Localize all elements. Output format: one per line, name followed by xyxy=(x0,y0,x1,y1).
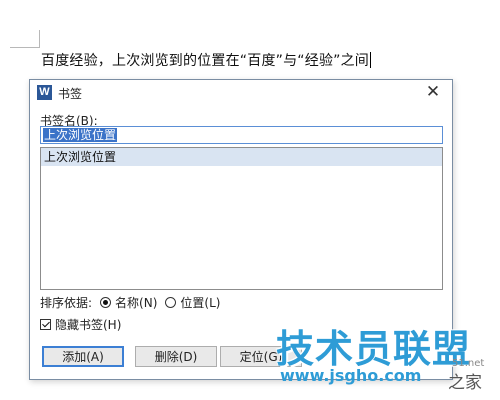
list-item[interactable]: 上次浏览位置 xyxy=(41,148,442,166)
add-button[interactable]: 添加(A) xyxy=(42,346,124,367)
hide-bookmarks-row: 隐藏书签(H) xyxy=(40,315,121,333)
page-corner-mark xyxy=(10,47,40,48)
page-corner-mark xyxy=(39,30,40,48)
document-text: 百度经验，上次浏览到的位置在“百度”与“经验”之间 xyxy=(41,53,370,69)
watermark: 技术员联盟 51.net www.jsgho.com 之家 xyxy=(262,318,500,400)
document-text-line[interactable]: 百度经验，上次浏览到的位置在“百度”与“经验”之间 xyxy=(41,50,372,70)
wps-writer-icon: W xyxy=(37,85,52,100)
screenshot-root: 百度经验，上次浏览到的位置在“百度”与“经验”之间 W 书签 ✕ 书签名(B):… xyxy=(0,0,500,400)
dialog-titlebar[interactable]: W 书签 ✕ xyxy=(30,80,452,106)
sort-by-name-label[interactable]: 名称(N) xyxy=(115,294,157,311)
bookmark-name-input[interactable]: 上次浏览位置 xyxy=(40,126,443,144)
sort-by-row: 排序依据: 名称(N) 位置(L) xyxy=(40,293,220,311)
text-cursor xyxy=(370,52,372,68)
watermark-url: www.jsgho.com xyxy=(280,366,422,385)
hide-bookmarks-label[interactable]: 隐藏书签(H) xyxy=(55,316,121,333)
sort-by-name-radio[interactable] xyxy=(100,296,112,308)
hide-bookmarks-checkbox[interactable] xyxy=(40,318,51,330)
sort-by-location-radio[interactable] xyxy=(165,296,177,308)
sort-by-location-label[interactable]: 位置(L) xyxy=(180,294,220,311)
bookmark-list[interactable]: 上次浏览位置 xyxy=(40,147,443,290)
sort-by-label: 排序依据: xyxy=(40,295,93,310)
dialog-title: 书签 xyxy=(58,87,83,101)
delete-button[interactable]: 删除(D) xyxy=(135,346,217,367)
watermark-brand: 技术员联盟 xyxy=(276,327,472,371)
close-icon[interactable]: ✕ xyxy=(424,83,442,101)
watermark-suffix: 之家 xyxy=(448,373,482,393)
bookmark-name-selected-text: 上次浏览位置 xyxy=(43,128,118,142)
